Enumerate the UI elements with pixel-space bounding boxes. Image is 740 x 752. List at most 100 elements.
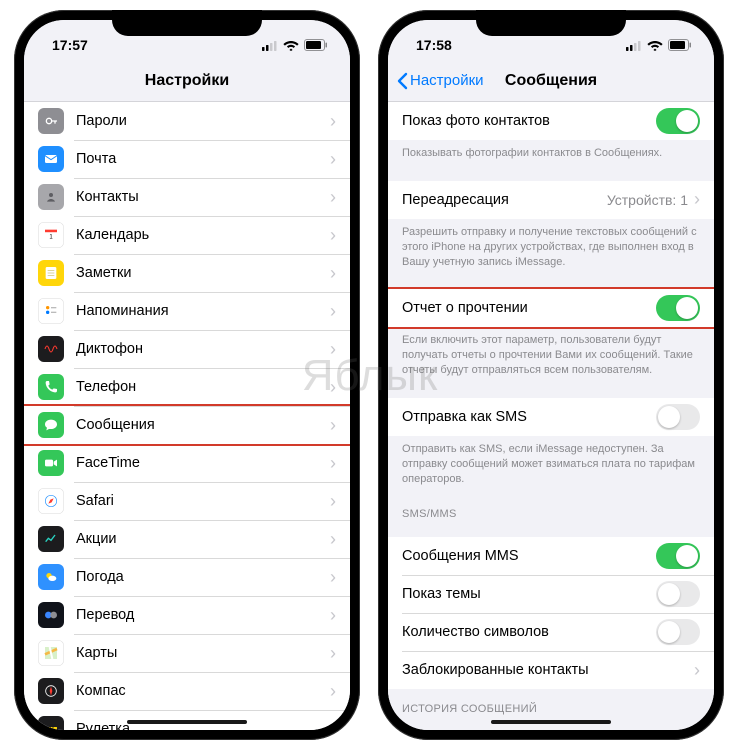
cellular-icon xyxy=(626,40,642,51)
row-label: Календарь xyxy=(76,227,324,243)
row-label: Сообщения MMS xyxy=(402,548,656,564)
notch xyxy=(476,10,626,36)
chevron-right-icon: › xyxy=(330,605,336,626)
row-label: Компас xyxy=(76,683,324,699)
settings-row-notes[interactable]: Заметки› xyxy=(24,254,350,292)
row-label: Погода xyxy=(76,569,324,585)
settings-row-forwarding[interactable]: ПереадресацияУстройств: 1› xyxy=(388,181,714,219)
back-button[interactable]: Настройки xyxy=(396,72,484,90)
voice-memos-icon xyxy=(38,336,64,362)
translate-icon xyxy=(38,602,64,628)
chevron-left-icon xyxy=(396,72,408,90)
chevron-right-icon: › xyxy=(330,187,336,208)
row-label: Сообщения xyxy=(76,417,324,433)
row-label: Карты xyxy=(76,645,324,661)
chevron-right-icon: › xyxy=(330,719,336,731)
row-label: Safari xyxy=(76,493,324,509)
settings-row-calendar[interactable]: 1Календарь› xyxy=(24,216,350,254)
row-label: Перевод xyxy=(76,607,324,623)
row-label: Отчет о прочтении xyxy=(402,300,656,316)
chevron-right-icon: › xyxy=(330,681,336,702)
page-title: Сообщения xyxy=(505,72,597,90)
phone-right: 17:58 Настройки Сообщения Показ фото кон… xyxy=(378,10,724,740)
footer-note: Отправить как SMS, если iMessage недосту… xyxy=(388,436,714,495)
home-indicator xyxy=(491,720,611,724)
facetime-icon xyxy=(38,450,64,476)
settings-row-show-contact-photos[interactable]: Показ фото контактов xyxy=(388,102,714,140)
row-label: Почта xyxy=(76,151,324,167)
reminders-icon xyxy=(38,298,64,324)
battery-icon xyxy=(304,39,328,51)
toggle-show-contact-photos[interactable] xyxy=(656,108,700,134)
chevron-right-icon: › xyxy=(330,415,336,436)
phone-icon xyxy=(38,374,64,400)
toggle-character-count[interactable] xyxy=(656,619,700,645)
chevron-right-icon: › xyxy=(330,453,336,474)
contacts-icon xyxy=(38,184,64,210)
chevron-right-icon: › xyxy=(330,567,336,588)
settings-row-maps[interactable]: Карты › xyxy=(24,634,350,672)
mail-icon xyxy=(38,146,64,172)
settings-row-blocked-contacts[interactable]: Заблокированные контакты› xyxy=(388,651,714,689)
settings-row-safari[interactable]: Safari › xyxy=(24,482,350,520)
home-indicator xyxy=(127,720,247,724)
chevron-right-icon: › xyxy=(694,660,700,681)
toggle-send-as-sms[interactable] xyxy=(656,404,700,430)
row-label: Отправка как SMS xyxy=(402,409,656,425)
settings-row-contacts[interactable]: Контакты › xyxy=(24,178,350,216)
back-label: Настройки xyxy=(410,72,484,89)
battery-icon xyxy=(668,39,692,51)
row-label: Количество символов xyxy=(402,624,656,640)
settings-row-send-as-sms[interactable]: Отправка как SMS xyxy=(388,398,714,436)
settings-row-facetime[interactable]: FaceTime › xyxy=(24,444,350,482)
settings-row-passwords[interactable]: Пароли› xyxy=(24,102,350,140)
passwords-icon xyxy=(38,108,64,134)
settings-row-show-subject[interactable]: Показ темы xyxy=(388,575,714,613)
row-detail: Устройств: 1 xyxy=(607,192,688,208)
row-label: Показ темы xyxy=(402,586,656,602)
notes-icon xyxy=(38,260,64,286)
messages-icon xyxy=(38,412,64,438)
notch xyxy=(112,10,262,36)
safari-icon xyxy=(38,488,64,514)
settings-row-compass[interactable]: Компас › xyxy=(24,672,350,710)
chevron-right-icon: › xyxy=(694,189,700,210)
settings-row-messages[interactable]: Сообщения › xyxy=(24,406,350,444)
chevron-right-icon: › xyxy=(330,491,336,512)
compass-icon xyxy=(38,678,64,704)
settings-row-weather[interactable]: Погода › xyxy=(24,558,350,596)
chevron-right-icon: › xyxy=(330,529,336,550)
settings-row-mail[interactable]: Почта› xyxy=(24,140,350,178)
row-label: Заметки xyxy=(76,265,324,281)
calendar-icon: 1 xyxy=(38,222,64,248)
section-header: SMS/MMS xyxy=(388,494,714,525)
row-label: Диктофон xyxy=(76,341,324,357)
toggle-read-receipts[interactable] xyxy=(656,295,700,321)
settings-row-read-receipts[interactable]: Отчет о прочтении xyxy=(388,289,714,327)
settings-row-voice-memos[interactable]: Диктофон› xyxy=(24,330,350,368)
row-label: Контакты xyxy=(76,189,324,205)
footer-note: Если включить этот параметр, пользовател… xyxy=(388,327,714,386)
page-title: Настройки xyxy=(145,72,229,90)
stocks-icon xyxy=(38,526,64,552)
settings-row-character-count[interactable]: Количество символов xyxy=(388,613,714,651)
status-time: 17:57 xyxy=(52,37,88,53)
chevron-right-icon: › xyxy=(330,643,336,664)
settings-row-mms-messaging[interactable]: Сообщения MMS xyxy=(388,537,714,575)
settings-row-reminders[interactable]: Напоминания › xyxy=(24,292,350,330)
toggle-mms-messaging[interactable] xyxy=(656,543,700,569)
settings-row-translate[interactable]: Перевод › xyxy=(24,596,350,634)
nav-bar: Настройки xyxy=(24,60,350,102)
footer-note: Разрешить отправку и получение текстовых… xyxy=(388,219,714,278)
settings-row-phone[interactable]: Телефон› xyxy=(24,368,350,406)
row-label: Напоминания xyxy=(76,303,324,319)
measure-icon xyxy=(38,716,64,730)
toggle-show-subject[interactable] xyxy=(656,581,700,607)
status-time: 17:58 xyxy=(416,37,452,53)
row-label: FaceTime xyxy=(76,455,324,471)
chevron-right-icon: › xyxy=(330,301,336,322)
phone-left: 17:57 Настройки Пароли›Почта›Контакты›1К… xyxy=(14,10,360,740)
chevron-right-icon: › xyxy=(330,377,336,398)
settings-row-stocks[interactable]: Акции› xyxy=(24,520,350,558)
wifi-icon xyxy=(647,39,663,51)
